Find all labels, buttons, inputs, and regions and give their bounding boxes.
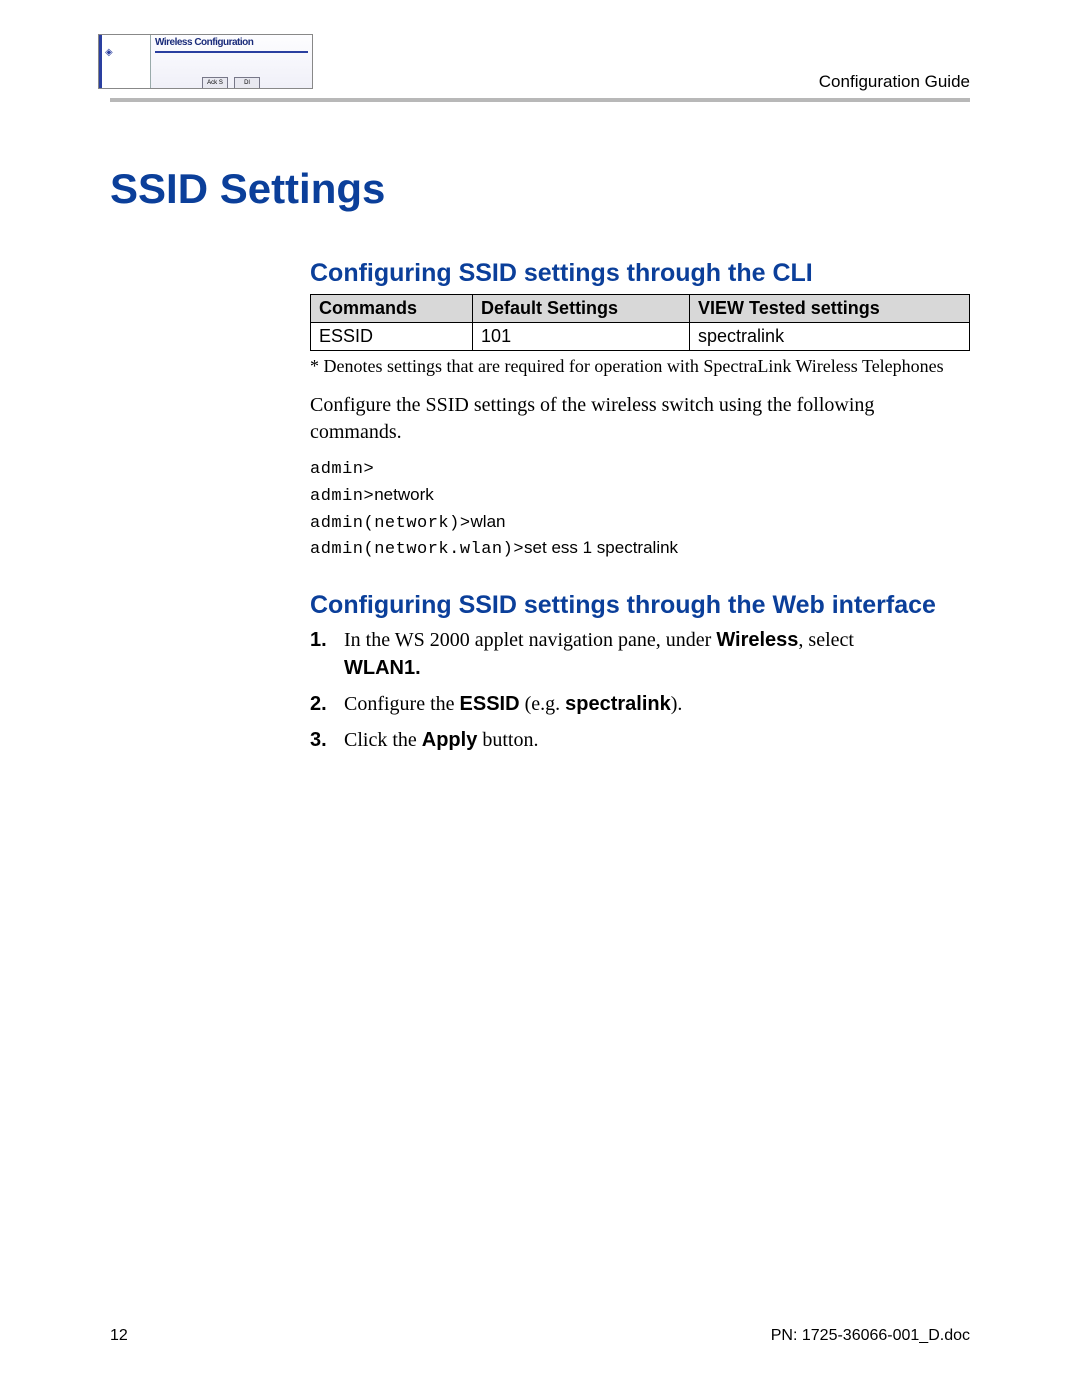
header-doc-title: Configuration Guide bbox=[819, 72, 970, 92]
inset-title: Wireless Configuration bbox=[155, 37, 253, 48]
tree-icon: ◈ bbox=[105, 47, 113, 58]
cli-commands: admin> admin>network admin(network)>wlan… bbox=[310, 458, 970, 563]
list-item: Configure the ESSID (e.g. spectralink). bbox=[310, 690, 970, 718]
list-item: Click the Apply button. bbox=[310, 726, 970, 754]
doc-pn: PN: 1725-36066-001_D.doc bbox=[771, 1327, 970, 1345]
inset-button-2: Dl bbox=[234, 77, 260, 89]
table-row: ESSID 101 spectralink bbox=[311, 323, 970, 351]
section-heading-web: Configuring SSID settings through the We… bbox=[310, 591, 970, 620]
body-paragraph: Configure the SSID settings of the wirel… bbox=[310, 392, 970, 446]
inset-sidebar: ◈ bbox=[99, 35, 151, 88]
col-commands: Commands bbox=[311, 295, 473, 323]
steps-list: In the WS 2000 applet navigation pane, u… bbox=[310, 626, 970, 754]
page-footer: 12 PN: 1725-36066-001_D.doc bbox=[110, 1327, 970, 1345]
settings-table: Commands Default Settings VIEW Tested se… bbox=[310, 294, 970, 351]
col-view: VIEW Tested settings bbox=[690, 295, 970, 323]
table-header-row: Commands Default Settings VIEW Tested se… bbox=[311, 295, 970, 323]
cell-command: ESSID bbox=[311, 323, 473, 351]
table-footnote: * Denotes settings that are required for… bbox=[310, 355, 970, 378]
page-number: 12 bbox=[110, 1327, 128, 1345]
cli-line: admin> bbox=[310, 458, 970, 483]
section-heading-cli: Configuring SSID settings through the CL… bbox=[310, 259, 970, 288]
cli-line: admin(network)>wlan bbox=[310, 510, 970, 537]
cli-line: admin(network.wlan)>set ess 1 spectralin… bbox=[310, 536, 970, 563]
inset-screenshot: ◈ Wireless Configuration Ack S Dl bbox=[98, 34, 313, 89]
page-title: SSID Settings bbox=[110, 165, 970, 213]
cell-view: spectralink bbox=[690, 323, 970, 351]
list-item: In the WS 2000 applet navigation pane, u… bbox=[310, 626, 970, 682]
header-divider bbox=[110, 98, 970, 102]
cli-line: admin>network bbox=[310, 483, 970, 510]
inset-button-1: Ack S bbox=[202, 77, 228, 89]
col-default: Default Settings bbox=[473, 295, 690, 323]
cell-default: 101 bbox=[473, 323, 690, 351]
